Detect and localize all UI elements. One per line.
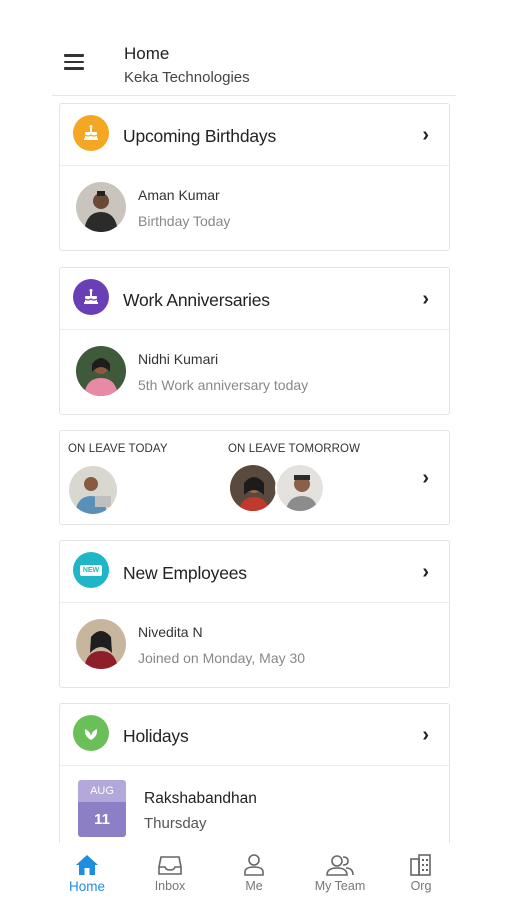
person-name: Nivedita N — [138, 624, 203, 640]
tab-label: Org — [410, 879, 432, 893]
person-icon — [244, 854, 264, 876]
holidays-card-header[interactable]: Holidays › — [60, 704, 449, 766]
cake-icon — [73, 115, 109, 151]
new-employees-card: NEW New Employees › Nivedita N Joined on… — [59, 540, 450, 688]
avatar — [76, 182, 126, 232]
new-employees-card-header[interactable]: NEW New Employees › — [60, 541, 449, 603]
tab-me[interactable]: Me — [219, 843, 289, 900]
person-detail: 5th Work anniversary today — [138, 377, 309, 393]
avatar — [228, 463, 278, 513]
cake-icon — [73, 279, 109, 315]
on-leave-today-label: ON LEAVE TODAY — [68, 443, 168, 455]
bottom-tab-bar: Home Inbox Me My Team Org — [52, 843, 456, 900]
home-icon — [76, 855, 98, 875]
company-name: Keka Technologies — [124, 69, 250, 86]
new-badge-icon: NEW — [73, 552, 109, 588]
avatar — [76, 619, 126, 669]
chevron-right-icon[interactable]: › — [422, 467, 429, 490]
person-name: Nidhi Kumari — [138, 351, 219, 367]
person-detail: Joined on Monday, May 30 — [138, 650, 306, 666]
person-detail: Birthday Today — [138, 213, 231, 229]
holiday-month: AUG — [78, 780, 126, 802]
inbox-icon — [158, 856, 182, 875]
chevron-right-icon[interactable]: › — [422, 124, 429, 147]
holiday-row[interactable]: AUG 11 Rakshabandhan Thursday — [60, 766, 449, 845]
tab-home[interactable]: Home — [52, 843, 122, 900]
birthday-person-row[interactable]: Aman Kumar Birthday Today — [60, 166, 449, 250]
tab-label: My Team — [314, 879, 366, 893]
new-employees-title: New Employees — [123, 563, 247, 583]
page-title: Home — [124, 44, 170, 63]
avatar — [275, 463, 325, 513]
holidays-title: Holidays — [123, 726, 189, 746]
anniversary-person-row[interactable]: Nidhi Kumari 5th Work anniversary today — [60, 330, 449, 414]
hamburger-menu-icon[interactable] — [64, 54, 88, 74]
anniversaries-title: Work Anniversaries — [123, 290, 270, 310]
holiday-date-badge: AUG 11 — [78, 780, 126, 837]
org-icon — [410, 854, 431, 876]
on-leave-card[interactable]: ON LEAVE TODAY ON LEAVE TOMORROW › — [59, 430, 450, 525]
tab-label: Me — [245, 879, 263, 893]
holiday-day-number: 11 — [78, 802, 126, 837]
holiday-weekday: Thursday — [144, 815, 207, 832]
avatar — [76, 346, 126, 396]
holiday-name: Rakshabandhan — [144, 790, 257, 807]
app-header: Home Keka Technologies — [52, 38, 456, 96]
tab-my-team[interactable]: My Team — [305, 843, 375, 900]
chevron-right-icon[interactable]: › — [422, 561, 429, 584]
birthdays-card: Upcoming Birthdays › Aman Kumar Birthday… — [59, 103, 450, 251]
anniversaries-card: Work Anniversaries › Nidhi Kumari 5th Wo… — [59, 267, 450, 415]
chevron-right-icon[interactable]: › — [422, 724, 429, 747]
leaf-icon — [73, 715, 109, 751]
tab-org[interactable]: Org — [386, 843, 456, 900]
on-leave-tomorrow-label: ON LEAVE TOMORROW — [228, 443, 361, 455]
tab-label: Home — [68, 879, 105, 894]
holidays-card: Holidays › AUG 11 Rakshabandhan Thursday — [59, 703, 450, 845]
team-icon — [326, 855, 354, 876]
tab-inbox[interactable]: Inbox — [135, 843, 205, 900]
birthdays-card-header[interactable]: Upcoming Birthdays › — [60, 104, 449, 166]
person-name: Aman Kumar — [138, 187, 220, 203]
chevron-right-icon[interactable]: › — [422, 288, 429, 311]
new-employee-person-row[interactable]: Nivedita N Joined on Monday, May 30 — [60, 603, 449, 687]
avatar — [69, 466, 117, 514]
birthdays-title: Upcoming Birthdays — [123, 126, 276, 146]
tab-label: Inbox — [154, 879, 186, 893]
anniversaries-card-header[interactable]: Work Anniversaries › — [60, 268, 449, 330]
